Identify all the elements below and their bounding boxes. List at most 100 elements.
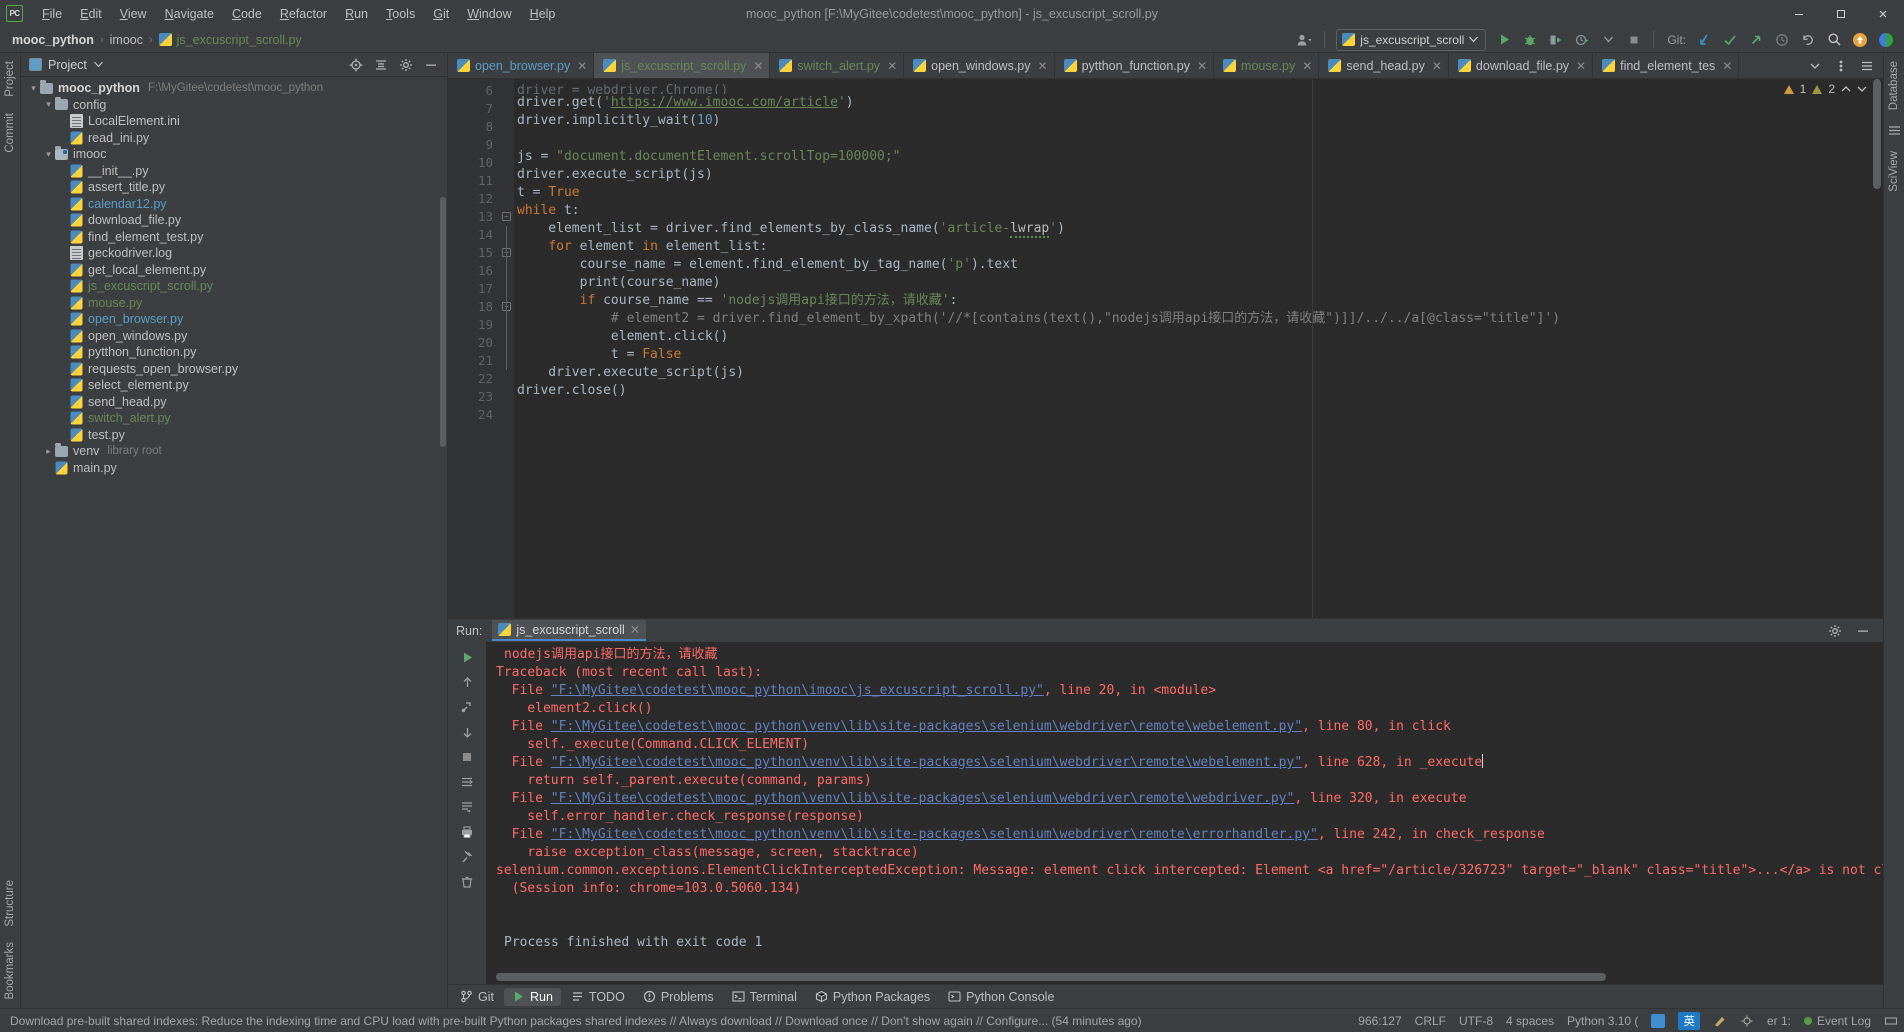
line-separator[interactable]: CRLF <box>1415 1014 1446 1028</box>
editor-tab-find-element-tes[interactable]: find_element_tes ✕ <box>1593 53 1740 78</box>
scroll-to-end-button[interactable] <box>454 795 480 819</box>
editor-tab-pytthon-function-py[interactable]: pytthon_function.py ✕ <box>1055 53 1215 78</box>
tree-item-config[interactable]: ▾ config <box>21 96 447 114</box>
debug-button[interactable] <box>1518 29 1542 51</box>
tool-window-todo[interactable]: TODO <box>563 988 633 1006</box>
code-line[interactable]: # element2 = driver.find_element_by_xpat… <box>514 310 1883 328</box>
memory-indicator-icon[interactable] <box>1884 1014 1898 1028</box>
console-file-link[interactable]: "F:\MyGitee\codetest\mooc_python\venv\li… <box>551 791 1295 806</box>
rerun-button[interactable] <box>454 645 480 669</box>
editor-tab-mouse-py[interactable]: mouse.py ✕ <box>1214 53 1320 78</box>
console-file-link[interactable]: "F:\MyGitee\codetest\mooc_python\venv\li… <box>551 719 1302 734</box>
code-line[interactable] <box>514 130 1883 148</box>
tree-item-mooc-python[interactable]: ▾ mooc_python F:\MyGitee\codetest\mooc_pyt… <box>21 80 447 97</box>
scroll-down-button[interactable] <box>454 720 480 744</box>
console-file-link[interactable]: "F:\MyGitee\codetest\mooc_python\venv\li… <box>551 755 1302 770</box>
tree-item-get-local-element-py[interactable]: get_local_element.py <box>21 262 447 279</box>
menu-item-tools[interactable]: Tools <box>377 4 424 24</box>
tool-window-python-packages[interactable]: Python Packages <box>807 988 938 1006</box>
ime-indicator-icon[interactable] <box>1651 1013 1666 1028</box>
pin-tab-button[interactable] <box>454 845 480 869</box>
run-with-coverage-button[interactable] <box>1544 29 1568 51</box>
hide-panel-icon[interactable] <box>419 54 443 76</box>
tree-item-calendar12-py[interactable]: calendar12.py <box>21 196 447 213</box>
tree-item-mouse-py[interactable]: mouse.py <box>21 295 447 312</box>
file-encoding[interactable]: UTF-8 <box>1459 1014 1493 1028</box>
code-line[interactable]: t = False <box>514 346 1883 364</box>
profile-button[interactable] <box>1570 29 1594 51</box>
settings-button[interactable] <box>454 695 480 719</box>
breadcrumb-file[interactable]: js_excuscript_scroll.py <box>177 33 302 47</box>
tree-item-geckodriver-log[interactable]: geckodriver.log <box>21 245 447 262</box>
code-line[interactable]: course_name = element.find_element_by_ta… <box>514 256 1883 274</box>
code-line[interactable]: js = "document.documentElement.scrollTop… <box>514 148 1883 166</box>
console-file-link[interactable]: "F:\MyGitee\codetest\mooc_python\imooc\j… <box>551 683 1044 698</box>
tree-expand-arrow-icon[interactable]: ▾ <box>27 83 40 94</box>
editor-tab-close-icon[interactable]: ✕ <box>577 59 587 73</box>
python-interpreter[interactable]: Python 3.10 ( <box>1567 1014 1638 1028</box>
tree-item-switch-alert-py[interactable]: switch_alert.py <box>21 410 447 427</box>
maximize-button[interactable] <box>1820 0 1862 27</box>
tree-item-open-windows-py[interactable]: open_windows.py <box>21 328 447 345</box>
close-button[interactable] <box>1862 0 1904 27</box>
editor-tab-close-icon[interactable]: ✕ <box>1302 59 1312 73</box>
run-panel-hide-icon[interactable] <box>1851 620 1875 642</box>
tool-window-git[interactable]: Git <box>452 988 502 1006</box>
collapse-all-icon[interactable] <box>369 54 393 76</box>
sidebar-tab-project[interactable]: Project <box>1 53 19 105</box>
code-line[interactable]: print(course_name) <box>514 274 1883 292</box>
tree-expand-arrow-icon[interactable]: ▸ <box>42 446 55 457</box>
editor-code-content[interactable]: driver = webdriver.Chrome() driver.get('h… <box>514 79 1883 618</box>
run-console-output[interactable]: nodejs调用api接口的方法，请收藏 Traceback (most rece… <box>486 642 1883 984</box>
run-configuration-selector[interactable]: js_excuscript_scroll <box>1336 28 1487 51</box>
code-line[interactable]: driver.execute_script(js) <box>514 166 1883 184</box>
ime-pen-icon[interactable] <box>1713 1014 1727 1028</box>
avatar-dropdown[interactable] <box>1293 29 1317 51</box>
stop-button[interactable] <box>1622 29 1646 51</box>
tree-item-download-file-py[interactable]: download_file.py <box>21 212 447 229</box>
tree-item-send-head-py[interactable]: send_head.py <box>21 394 447 411</box>
menu-item-file[interactable]: File <box>33 4 71 24</box>
scroll-up-button[interactable] <box>454 670 480 694</box>
tree-item-find-element-test-py[interactable]: find_element_test.py <box>21 229 447 246</box>
menu-item-navigate[interactable]: Navigate <box>156 4 223 24</box>
project-view-dropdown-icon[interactable] <box>93 61 103 68</box>
indent-setting[interactable]: 4 spaces <box>1506 1014 1554 1028</box>
tab-stack-icon[interactable] <box>1855 55 1879 77</box>
interpreter-suffix[interactable]: er 1: <box>1767 1014 1791 1028</box>
code-line[interactable] <box>514 400 1883 418</box>
code-editor[interactable]: 6789101112131415161718192021222324 −−− d… <box>448 79 1883 618</box>
soft-wrap-button[interactable] <box>454 770 480 794</box>
ime-gear-icon[interactable] <box>1740 1014 1754 1028</box>
tree-expand-arrow-icon[interactable]: ▾ <box>42 99 55 110</box>
editor-tab-close-icon[interactable]: ✕ <box>1197 59 1207 73</box>
tree-item---init---py[interactable]: __init__.py <box>21 163 447 180</box>
tool-window-problems[interactable]: Problems <box>635 988 722 1006</box>
tree-item-open-browser-py[interactable]: open_browser.py <box>21 311 447 328</box>
code-line[interactable]: t = True <box>514 184 1883 202</box>
git-history-icon[interactable] <box>1770 29 1794 51</box>
run-button[interactable] <box>1492 29 1516 51</box>
code-line[interactable]: element.click() <box>514 328 1883 346</box>
tree-item-imooc[interactable]: ▾ imooc <box>21 146 447 163</box>
sidebar-tab-structure[interactable]: Structure <box>1 872 19 935</box>
breadcrumb-package[interactable]: imooc <box>110 33 143 47</box>
editor-tab-close-icon[interactable]: ✕ <box>1432 59 1442 73</box>
minimize-button[interactable] <box>1778 0 1820 27</box>
code-line[interactable]: driver.execute_script(js) <box>514 364 1883 382</box>
menu-item-edit[interactable]: Edit <box>71 4 111 24</box>
update-available-icon[interactable] <box>1848 29 1872 51</box>
menu-item-help[interactable]: Help <box>521 4 565 24</box>
tool-window-run[interactable]: Run <box>503 987 561 1006</box>
sidebar-tab-commit[interactable]: Commit <box>1 105 19 161</box>
tree-item-select-element-py[interactable]: select_element.py <box>21 377 447 394</box>
stop-process-button[interactable] <box>454 745 480 769</box>
editor-fold-column[interactable]: −−− <box>500 79 514 618</box>
tree-item-test-py[interactable]: test.py <box>21 427 447 444</box>
tree-item-pytthon-function-py[interactable]: pytthon_function.py <box>21 344 447 361</box>
run-session-tab[interactable]: js_excuscript_scroll ✕ <box>492 620 647 641</box>
sidebar-tab-database[interactable]: Database <box>1885 53 1903 118</box>
git-commit-button[interactable] <box>1718 29 1742 51</box>
tree-item-read-ini-py[interactable]: read_ini.py <box>21 130 447 147</box>
git-push-button[interactable] <box>1744 29 1768 51</box>
